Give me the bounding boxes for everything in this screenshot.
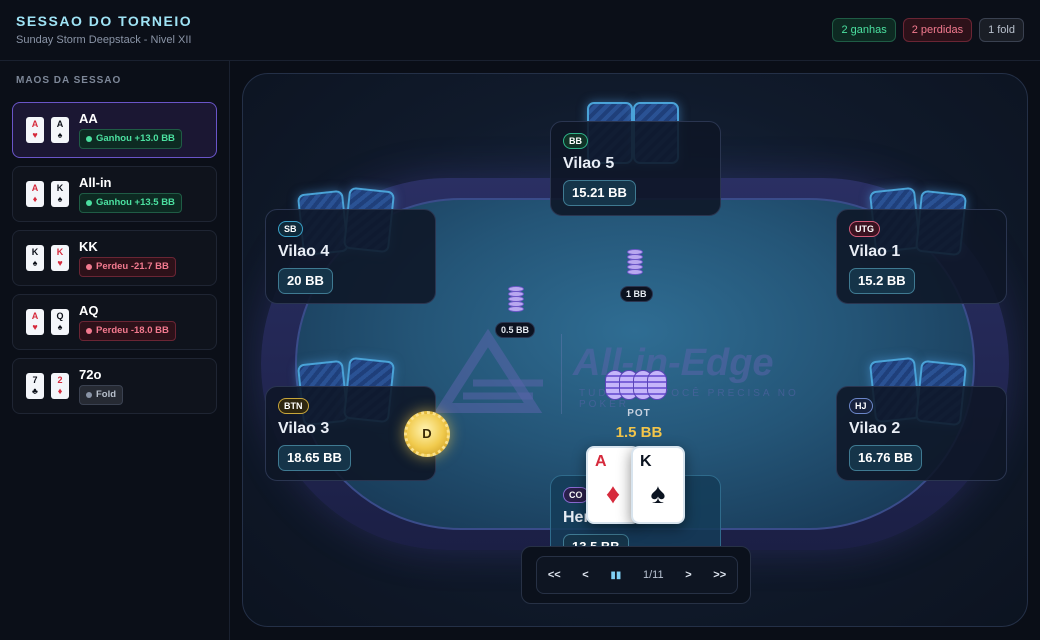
mini-card: Q ♠ bbox=[51, 309, 69, 335]
logo-divider bbox=[561, 334, 562, 414]
sidebar-title: MAOS DA SESSAO bbox=[16, 75, 122, 86]
wins-badge: 2 ganhas bbox=[832, 18, 896, 42]
mini-card: 2 ♦ bbox=[51, 373, 69, 399]
stack-pill: 18.65 BB bbox=[278, 445, 351, 471]
stack-pill: 20 BB bbox=[278, 268, 333, 294]
sidebar: MAOS DA SESSAO A ♥ A ♠ AA Ganhou +13.0 BB … bbox=[0, 61, 230, 640]
stack-pill: 16.76 BB bbox=[849, 445, 922, 471]
mini-card: K ♥ bbox=[51, 245, 69, 271]
result-tag: Ganhou +13.5 BB bbox=[79, 193, 182, 213]
position-badge: BTN bbox=[278, 398, 309, 414]
last-button[interactable]: >> bbox=[713, 569, 726, 581]
logo-icon bbox=[433, 328, 543, 413]
first-button[interactable]: << bbox=[548, 569, 561, 581]
mini-card: A ♥ bbox=[26, 117, 44, 143]
header: SESSAO DO TORNEIO Sunday Storm Deepstack… bbox=[0, 0, 1040, 61]
seat-name: Vilao 4 bbox=[278, 243, 330, 260]
mini-card: 7 ♣ bbox=[26, 373, 44, 399]
position-badge: BB bbox=[563, 133, 588, 149]
dealer-button: D bbox=[404, 411, 450, 457]
playback-bar: << < ▮▮ 1/11 > >> bbox=[536, 556, 738, 594]
stack-pill: 15.21 BB bbox=[563, 180, 636, 206]
seat-name: Vilao 3 bbox=[278, 420, 330, 437]
mini-card: A ♠ bbox=[51, 117, 69, 143]
seat-sb[interactable]: SB Vilao 4 20 BB bbox=[265, 209, 436, 304]
result-tag: Perdeu -18.0 BB bbox=[79, 321, 176, 341]
pot-value: 1.5 BB bbox=[615, 424, 663, 441]
stack-pill: 15.2 BB bbox=[849, 268, 915, 294]
hand-name: KK bbox=[79, 239, 98, 254]
position-badge: CO bbox=[563, 487, 589, 503]
seat-name: Vilao 1 bbox=[849, 243, 901, 260]
hand-list: A ♥ A ♠ AA Ganhou +13.0 BB A ♦ K ♠ All-in Ga… bbox=[12, 102, 217, 422]
result-tag: Ganhou +13.0 BB bbox=[79, 129, 182, 149]
result-tag: Fold bbox=[79, 385, 124, 405]
pot-chips bbox=[605, 370, 669, 404]
playback-controls: << < ▮▮ 1/11 > >> bbox=[521, 546, 751, 604]
hand-name: 72o bbox=[79, 367, 102, 382]
hand-item-kk[interactable]: K ♠ K ♥ KK Perdeu -21.7 BB bbox=[12, 230, 217, 286]
page-title: SESSAO DO TORNEIO bbox=[16, 13, 193, 29]
hand-item-all-in[interactable]: A ♦ K ♠ All-in Ganhou +13.5 BB bbox=[12, 166, 217, 222]
hand-name: AA bbox=[79, 111, 98, 126]
folds-badge: 1 fold bbox=[979, 18, 1024, 42]
bb-bet-chips bbox=[627, 249, 643, 275]
summary-badges: 2 ganhas 2 perdidas 1 fold bbox=[832, 18, 1024, 42]
position-badge: UTG bbox=[849, 221, 880, 237]
seat-utg[interactable]: UTG Vilao 1 15.2 BB bbox=[836, 209, 1007, 304]
result-tag: Perdeu -21.7 BB bbox=[79, 257, 176, 277]
step-counter: 1/11 bbox=[643, 569, 664, 581]
hand-item-aa[interactable]: A ♥ A ♠ AA Ganhou +13.0 BB bbox=[12, 102, 217, 158]
logo-text: All-in-Edge bbox=[573, 342, 774, 384]
mini-card: A ♦ bbox=[26, 181, 44, 207]
hand-item-72o[interactable]: 7 ♣ 2 ♦ 72o Fold bbox=[12, 358, 217, 414]
table-panel: All-in-Edge TUDO QUE VOCÊ PRECISA NO POK… bbox=[242, 73, 1028, 627]
next-button[interactable]: > bbox=[685, 569, 691, 581]
bb-bet-label: 1 BB bbox=[620, 286, 653, 302]
page-subtitle: Sunday Storm Deepstack - Nivel XII bbox=[16, 34, 192, 46]
mini-card: A ♥ bbox=[26, 309, 44, 335]
hand-name: AQ bbox=[79, 303, 99, 318]
seat-name: Vilao 2 bbox=[849, 420, 901, 437]
sb-bet-label: 0.5 BB bbox=[495, 322, 536, 338]
mini-card: K ♠ bbox=[26, 245, 44, 271]
position-badge: SB bbox=[278, 221, 303, 237]
hand-item-aq[interactable]: A ♥ Q ♠ AQ Perdeu -18.0 BB bbox=[12, 294, 217, 350]
pot-label: POT bbox=[627, 408, 651, 419]
position-badge: HJ bbox=[849, 398, 873, 414]
prev-button[interactable]: < bbox=[582, 569, 588, 581]
hand-name: All-in bbox=[79, 175, 112, 190]
seat-bb[interactable]: BB Vilao 5 15.21 BB bbox=[550, 121, 721, 216]
sb-bet-chips bbox=[508, 286, 524, 312]
mini-card: K ♠ bbox=[51, 181, 69, 207]
seat-hj[interactable]: HJ Vilao 2 16.76 BB bbox=[836, 386, 1007, 481]
hero-card: K ♠ bbox=[631, 446, 685, 524]
losses-badge: 2 perdidas bbox=[902, 18, 973, 42]
pause-button[interactable]: ▮▮ bbox=[610, 570, 621, 581]
seat-name: Vilao 5 bbox=[563, 155, 615, 172]
